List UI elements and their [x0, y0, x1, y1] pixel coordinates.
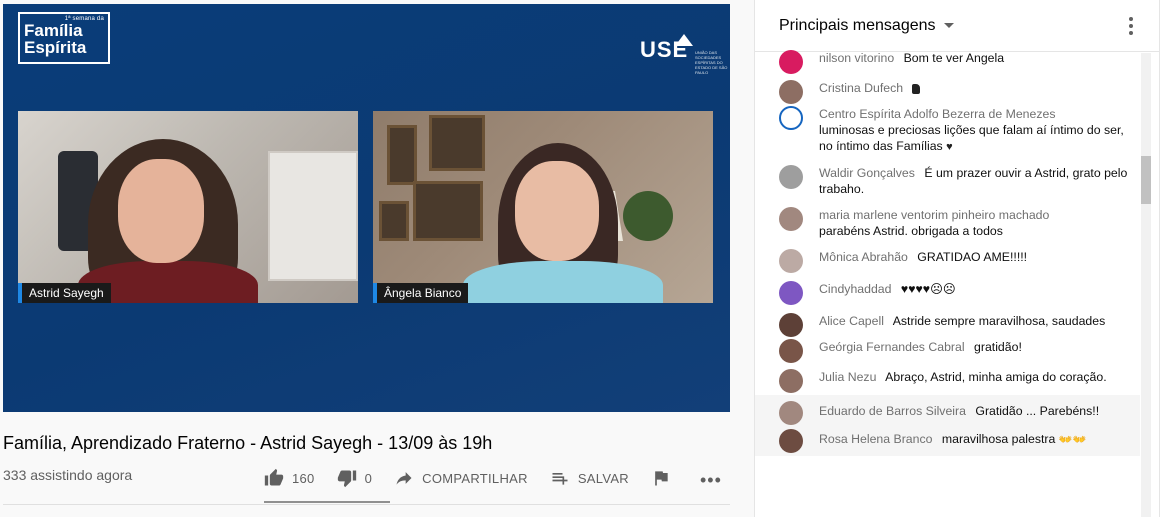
chat-mode-selector[interactable]: Principais mensagens — [779, 17, 936, 35]
message-text: Gratidão ... Parebéns!! — [975, 404, 1100, 418]
share-label: COMPARTILHAR — [422, 470, 528, 486]
message-author[interactable]: Centro Espírita Adolfo Bezerra de Meneze… — [819, 107, 1056, 121]
user-avatar[interactable] — [779, 165, 803, 189]
chat-message: Mônica Abrahão GRATIDAO AME!!!!! — [755, 245, 1140, 273]
message-author[interactable]: maria marlene ventorim pinheiro machado — [819, 208, 1049, 222]
chat-message: Eduardo de Barros Silveira Gratidão ... … — [755, 395, 1140, 425]
message-author[interactable]: Julia Nezu — [819, 370, 876, 384]
message-author[interactable]: Cindyhaddad — [819, 282, 891, 296]
live-viewer-count: 333 assistindo agora — [3, 467, 133, 483]
message-text: maravilhosa palestra — [941, 432, 1056, 446]
user-avatar[interactable] — [779, 50, 803, 74]
save-label: SALVAR — [577, 470, 630, 486]
speaker-face — [515, 161, 599, 261]
info-divider — [3, 504, 730, 505]
speaker-body — [463, 261, 663, 303]
message-text: gratidão! — [974, 340, 1022, 354]
message-author[interactable]: Alice Capell — [819, 314, 884, 328]
video-player[interactable]: 1ª semana da Família Espírita USE UNIÃO … — [3, 4, 730, 412]
message-text: Bom te ver Angela — [903, 51, 1005, 65]
thumbs-up-icon — [264, 468, 284, 486]
wall-painting — [387, 125, 417, 185]
chat-message: Geórgia Fernandes Cabral gratidão! — [755, 335, 1140, 363]
message-text: ♥♥♥♥☹☹ — [900, 282, 956, 296]
chat-message: Rosa Helena Branco maravilhosa palestra … — [755, 425, 1140, 456]
message-author[interactable]: Waldir Gonçalves — [819, 166, 915, 180]
message-author[interactable]: Eduardo de Barros Silveira — [819, 404, 966, 418]
live-stream-page: 1ª semana da Família Espírita USE UNIÃO … — [0, 0, 1160, 517]
flag-icon — [655, 471, 668, 486]
share-arrow-icon — [396, 472, 412, 485]
speaker-name-tag: Ângela Bianco — [373, 283, 469, 303]
clapping-hands-icon: 👐👐 — [1058, 434, 1087, 446]
message-text: Astride sempre maravilhosa, saudades — [892, 314, 1106, 328]
report-button[interactable] — [651, 468, 679, 488]
speaker-face — [118, 159, 204, 263]
event-logo-line2: Espírita — [24, 38, 87, 57]
like-count: 160 — [292, 470, 315, 486]
heart-icon: ♥ — [946, 141, 953, 153]
pointing-hand-icon — [912, 83, 921, 94]
message-author[interactable]: Geórgia Fernandes Cabral — [819, 340, 965, 354]
user-avatar[interactable] — [779, 401, 803, 425]
wall-painting — [429, 115, 485, 171]
share-button[interactable]: COMPARTILHAR — [394, 468, 528, 488]
camera-feed-right: Ângela Bianco — [373, 111, 713, 303]
partner-logo-mark-icon — [675, 34, 693, 46]
event-logo-line1: Família — [24, 21, 83, 40]
message-text: parabéns Astrid. obrigada a todos — [819, 224, 1003, 238]
user-avatar[interactable] — [779, 249, 803, 273]
chat-message: Julia Nezu Abraço, Astrid, minha amiga d… — [755, 365, 1140, 393]
like-button[interactable]: 160 — [264, 468, 315, 488]
user-avatar[interactable] — [779, 369, 803, 393]
more-actions-button[interactable]: ••• — [700, 470, 722, 491]
chat-message: maria marlene ventorim pinheiro machado … — [755, 203, 1140, 243]
chat-message-list: nilson vitorino Bom te ver Angela Cristi… — [755, 46, 1140, 456]
message-text: luminosas e preciosas lições que falam a… — [819, 123, 1124, 153]
message-text: GRATIDAO AME!!!!! — [917, 250, 1028, 264]
like-dislike-ratio-bar — [264, 501, 390, 503]
user-avatar[interactable] — [779, 339, 803, 363]
chat-message: Alice Capell Astride sempre maravilhosa,… — [755, 309, 1140, 337]
user-avatar[interactable] — [779, 313, 803, 337]
camera-feed-left: Astrid Sayegh — [18, 111, 358, 303]
wall-painting — [413, 181, 483, 241]
dislike-count: 0 — [364, 470, 373, 486]
partner-logo-subtitle: UNIÃO DAS SOCIEDADES ESPÍRITAS DO ESTADO… — [695, 50, 728, 75]
chat-message: Waldir Gonçalves É um prazer ouvir a Ast… — [755, 161, 1140, 201]
user-avatar[interactable] — [779, 80, 803, 104]
chat-scrollbar[interactable] — [1141, 53, 1151, 517]
chat-message: Centro Espírita Adolfo Bezerra de Meneze… — [755, 102, 1140, 159]
event-logo: 1ª semana da Família Espírita — [18, 12, 110, 64]
live-chat-panel: Principais mensagens nilson vitorino Bom… — [754, 0, 1160, 517]
video-title: Família, Aprendizado Fraterno - Astrid S… — [3, 433, 493, 453]
background-plant — [623, 191, 673, 241]
message-author[interactable]: nilson vitorino — [819, 51, 894, 65]
chat-scrollbar-thumb[interactable] — [1141, 156, 1151, 204]
video-actions: 160 0 COMPARTILHAR SALVAR — [264, 463, 701, 493]
like-ratio-fill — [264, 501, 390, 503]
chat-message: nilson vitorino Bom te ver Angela — [755, 46, 1140, 74]
chat-message: Cristina Dufech — [755, 76, 1140, 104]
thumbs-down-icon — [337, 470, 356, 488]
user-avatar[interactable] — [779, 429, 803, 453]
user-avatar[interactable] — [779, 106, 803, 130]
user-avatar[interactable] — [779, 207, 803, 231]
chat-menu-icon[interactable] — [1129, 17, 1133, 38]
chat-message: Cindyhaddad ♥♥♥♥☹☹ — [755, 277, 1140, 305]
speaker-name-tag: Astrid Sayegh — [18, 283, 111, 303]
message-author[interactable]: Mônica Abrahão — [819, 250, 908, 264]
user-avatar[interactable] — [779, 281, 803, 305]
chat-header: Principais mensagens — [755, 0, 1159, 52]
wall-painting — [379, 201, 409, 241]
message-text: Abraço, Astrid, minha amiga do coração. — [885, 370, 1107, 384]
background-door — [268, 151, 358, 281]
message-author[interactable]: Rosa Helena Branco — [819, 432, 932, 446]
save-button[interactable]: SALVAR — [550, 468, 629, 488]
dislike-button[interactable]: 0 — [337, 468, 373, 488]
message-author[interactable]: Cristina Dufech — [819, 81, 903, 95]
chevron-down-icon[interactable] — [943, 23, 954, 28]
playlist-add-icon — [552, 473, 568, 485]
